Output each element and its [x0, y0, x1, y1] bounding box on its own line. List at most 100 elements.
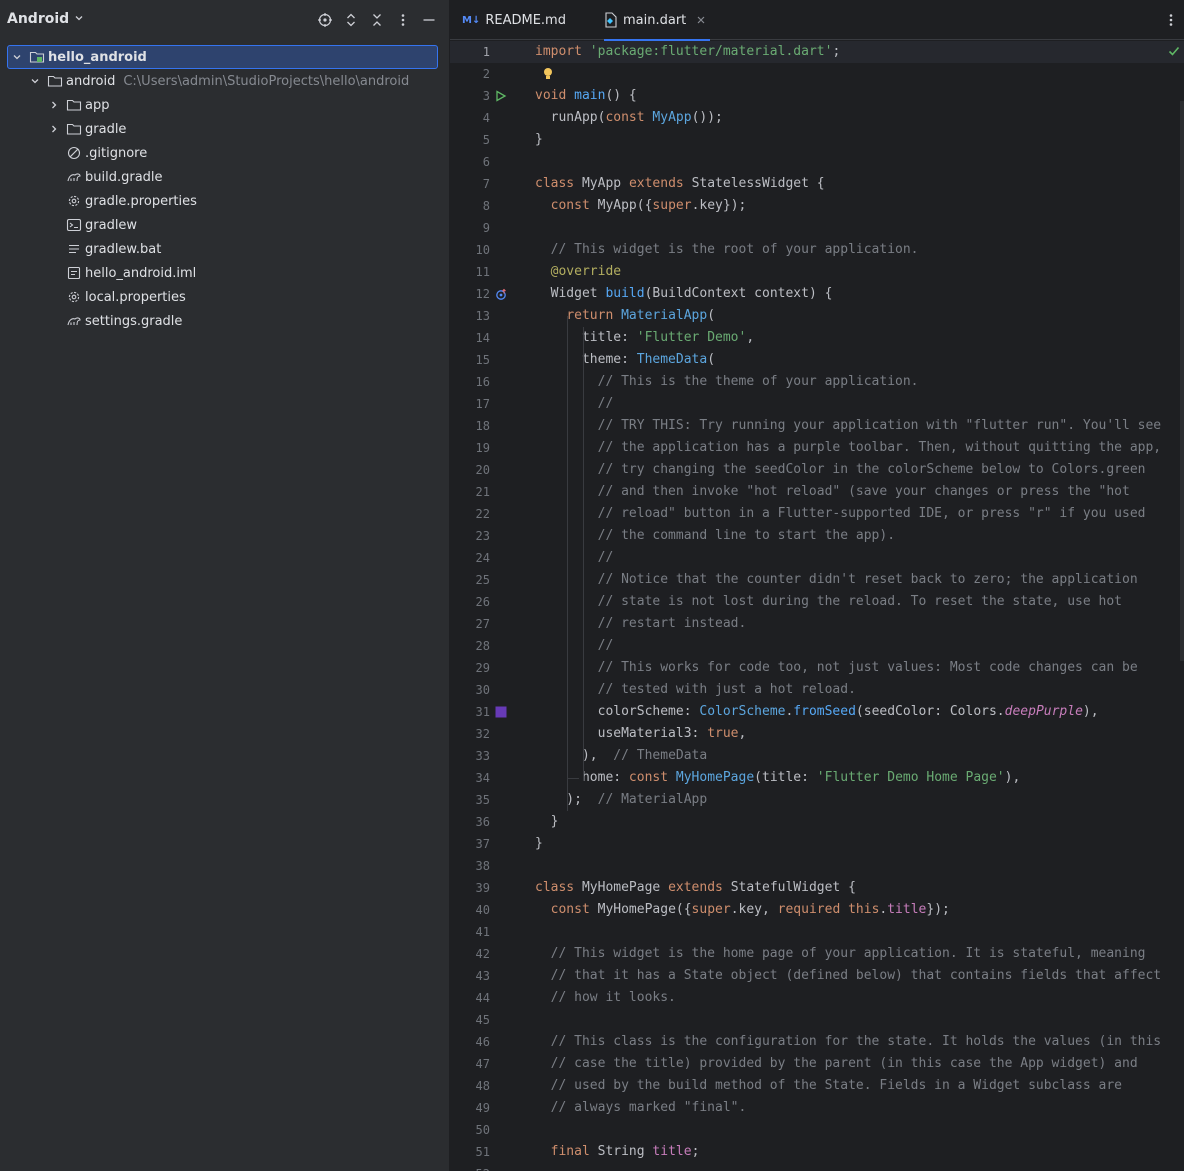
code-editor[interactable]: 1 import 'package:flutter/material.dart';…: [450, 41, 1184, 1171]
tree-item[interactable]: android C:\Users\admin\StudioProjects\hel…: [0, 69, 449, 93]
code-line[interactable]: 20 // try changing the seedColor in the …: [450, 459, 1184, 481]
close-icon[interactable]: [696, 15, 706, 25]
code-line[interactable]: 12 Widget build(BuildContext context) {: [450, 283, 1184, 305]
code-line[interactable]: 22 // reload" button in a Flutter-suppor…: [450, 503, 1184, 525]
code-line[interactable]: 11 @override: [450, 261, 1184, 283]
code-line[interactable]: 32 useMaterial3: true,: [450, 723, 1184, 745]
code-line[interactable]: 49 // always marked "final".: [450, 1097, 1184, 1119]
locate-target-icon[interactable]: [316, 11, 334, 29]
editor-scrollbar[interactable]: [1180, 101, 1184, 661]
code-line[interactable]: 19 // the application has a purple toolb…: [450, 437, 1184, 459]
code-token: // ThemeData: [613, 748, 708, 763]
code-line[interactable]: 52: [450, 1163, 1184, 1171]
code-line[interactable]: 46 // This class is the configuration fo…: [450, 1031, 1184, 1053]
code-line[interactable]: 48 // used by the build method of the St…: [450, 1075, 1184, 1097]
code-line[interactable]: 3 void main() {: [450, 85, 1184, 107]
line-number: 14: [475, 331, 490, 345]
project-view-selector[interactable]: Android: [7, 11, 84, 27]
tree-item[interactable]: gradle.properties: [0, 189, 449, 213]
code-line[interactable]: 40 const MyHomePage({super.key, required…: [450, 899, 1184, 921]
tree-item-label: hello_android.iml: [85, 266, 196, 281]
code-line[interactable]: 34 home: const MyHomePage(title: 'Flutte…: [450, 767, 1184, 789]
settings-gear-icon: [66, 193, 82, 209]
code-line[interactable]: 37}: [450, 833, 1184, 855]
code-token: deepPurple: [1004, 704, 1083, 719]
override-icon[interactable]: [494, 283, 508, 305]
tree-item[interactable]: local.properties: [0, 285, 449, 309]
tree-item-label: hello_android: [48, 50, 147, 65]
chevron-down-icon[interactable]: [29, 75, 41, 87]
line-number: 37: [475, 837, 490, 851]
code-line[interactable]: 41: [450, 921, 1184, 943]
code-line[interactable]: 15 theme: ThemeData(: [450, 349, 1184, 371]
code-line[interactable]: 1 import 'package:flutter/material.dart';: [450, 41, 1184, 63]
tab-readme[interactable]: M↓ README.md: [462, 0, 566, 40]
code-token: theme:: [535, 352, 637, 367]
tab-main-dart[interactable]: main.dart: [604, 0, 711, 41]
more-options-icon[interactable]: [394, 11, 412, 29]
code-line[interactable]: 6: [450, 151, 1184, 173]
color-swatch-icon[interactable]: [494, 701, 508, 723]
expand-all-icon[interactable]: [342, 11, 360, 29]
no-problems-check-icon[interactable]: [1168, 45, 1180, 61]
code-line[interactable]: 2: [450, 63, 1184, 85]
tree-item[interactable]: build.gradle: [0, 165, 449, 189]
code-line[interactable]: 31 colorScheme: ColorScheme.fromSeed(see…: [450, 701, 1184, 723]
code-line[interactable]: 13 return MaterialApp(: [450, 305, 1184, 327]
code-token: }: [535, 814, 559, 829]
code-line[interactable]: 43 // that it has a State object (define…: [450, 965, 1184, 987]
code-line[interactable]: 30 // tested with just a hot reload.: [450, 679, 1184, 701]
code-line[interactable]: 29 // This works for code too, not just …: [450, 657, 1184, 679]
tree-item[interactable]: .gitignore: [0, 141, 449, 165]
run-icon[interactable]: [494, 85, 508, 107]
code-line[interactable]: 33 ), // ThemeData: [450, 745, 1184, 767]
code-line[interactable]: 44 // how it looks.: [450, 987, 1184, 1009]
code-line[interactable]: 21 // and then invoke "hot reload" (save…: [450, 481, 1184, 503]
tree-item-label: gradle.properties: [85, 194, 197, 209]
code-line[interactable]: 36 }: [450, 811, 1184, 833]
code-line[interactable]: 28 //: [450, 635, 1184, 657]
tree-item[interactable]: hello_android: [7, 45, 438, 69]
code-line[interactable]: 51 final String title;: [450, 1141, 1184, 1163]
code-text: //: [535, 635, 614, 657]
tree-item[interactable]: app: [0, 93, 449, 117]
code-line[interactable]: 25 // Notice that the counter didn't res…: [450, 569, 1184, 591]
code-line[interactable]: 39 class MyHomePage extends StatefulWidge…: [450, 877, 1184, 899]
code-line[interactable]: 9: [450, 217, 1184, 239]
tree-item[interactable]: gradlew.bat: [0, 237, 449, 261]
line-number: 15: [475, 353, 490, 367]
code-line[interactable]: 47 // case the title) provided by the pa…: [450, 1053, 1184, 1075]
code-line[interactable]: 27 // restart instead.: [450, 613, 1184, 635]
code-line[interactable]: 35 ); // MaterialApp: [450, 789, 1184, 811]
code-line[interactable]: 45: [450, 1009, 1184, 1031]
collapse-all-icon[interactable]: [368, 11, 386, 29]
code-line[interactable]: 26 // state is not lost during the reloa…: [450, 591, 1184, 613]
code-line[interactable]: 14 title: 'Flutter Demo',: [450, 327, 1184, 349]
code-line[interactable]: 10 // This widget is the root of your ap…: [450, 239, 1184, 261]
code-line[interactable]: 8 const MyApp({super.key});: [450, 195, 1184, 217]
code-line[interactable]: 42 // This widget is the home page of yo…: [450, 943, 1184, 965]
code-line[interactable]: 7 class MyApp extends StatelessWidget {: [450, 173, 1184, 195]
ignore-file-icon: [66, 145, 82, 161]
code-line[interactable]: 18 // TRY THIS: Try running your applica…: [450, 415, 1184, 437]
code-line[interactable]: 24 //: [450, 547, 1184, 569]
code-token: const: [550, 902, 598, 917]
code-line[interactable]: 50: [450, 1119, 1184, 1141]
tree-item[interactable]: gradlew: [0, 213, 449, 237]
code-text: }: [535, 129, 543, 151]
code-line[interactable]: 5}: [450, 129, 1184, 151]
chevron-right-icon[interactable]: [48, 99, 60, 111]
code-line[interactable]: 17 //: [450, 393, 1184, 415]
tree-item[interactable]: settings.gradle: [0, 309, 449, 333]
code-line[interactable]: 4 runApp(const MyApp());: [450, 107, 1184, 129]
chevron-right-icon[interactable]: [48, 123, 60, 135]
code-line[interactable]: 38: [450, 855, 1184, 877]
chevron-down-icon[interactable]: [11, 51, 23, 63]
code-line[interactable]: 16 // This is the theme of your applicat…: [450, 371, 1184, 393]
tree-item[interactable]: gradle: [0, 117, 449, 141]
tree-item[interactable]: hello_android.iml: [0, 261, 449, 285]
code-text: runApp(const MyApp());: [535, 107, 723, 129]
tab-options-icon[interactable]: [1164, 0, 1178, 40]
code-line[interactable]: 23 // the command line to start the app)…: [450, 525, 1184, 547]
minimize-icon[interactable]: [420, 11, 438, 29]
